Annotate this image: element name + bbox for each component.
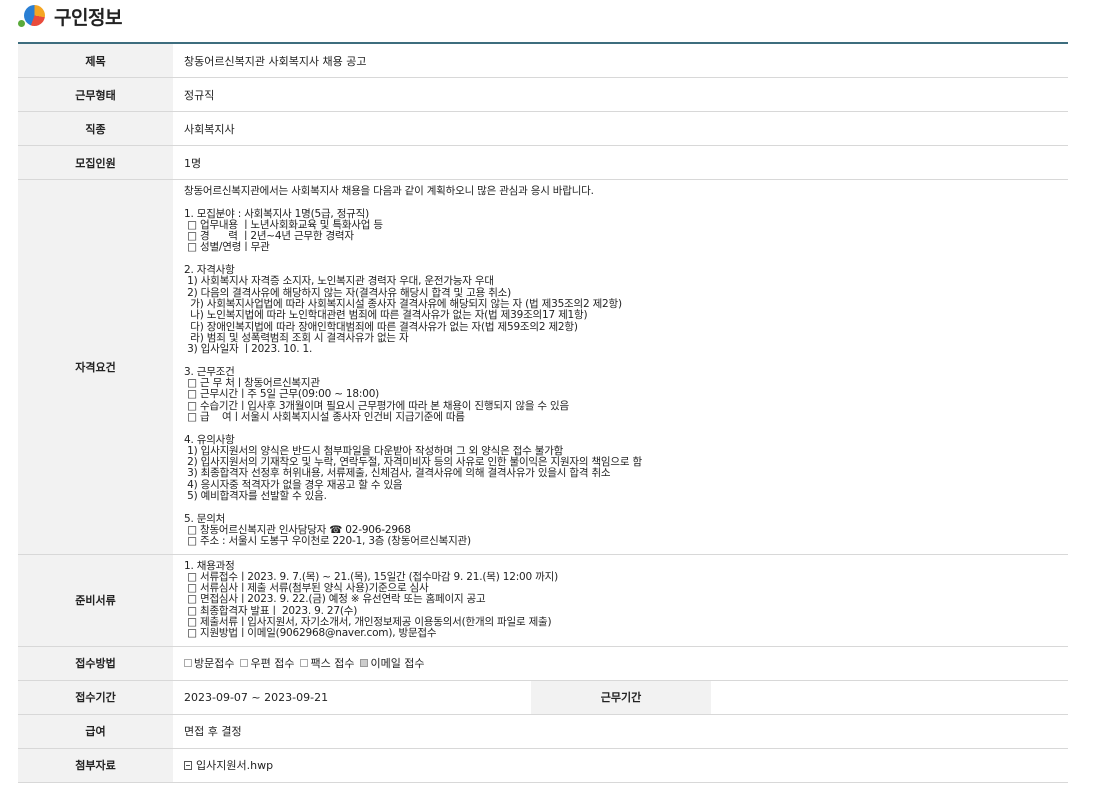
row-apply-method: 접수방법 방문접수 우편 접수 팩스 접수 이메일 접수 (18, 646, 1069, 681)
method-email-label: 이메일 접수 (370, 657, 425, 671)
checkbox-email (360, 659, 369, 668)
job-info-table: 제목 창동어르신복지관 사회복지사 채용 공고 근무형태 정규직 직종 사회복지… (18, 42, 1069, 783)
method-visit: 방문접수 (184, 655, 234, 671)
apply-method-options: 방문접수 우편 접수 팩스 접수 이메일 접수 (184, 655, 1057, 671)
row-attachment: 첨부자료 입사지원서.hwp (18, 748, 1069, 783)
job-value: 사회복지사 (173, 111, 1069, 146)
work-type-value: 정규직 (173, 77, 1069, 112)
salary-label: 급여 (18, 714, 173, 749)
job-label: 직종 (18, 111, 173, 146)
title-label: 제목 (18, 43, 173, 78)
row-apply-period: 접수기간 2023-09-07 ~ 2023-09-21 근무기간 (18, 680, 1069, 715)
work-period-label: 근무기간 (531, 680, 711, 715)
work-period-value (711, 680, 1069, 715)
row-salary: 급여 면접 후 결정 (18, 714, 1069, 749)
row-documents: 준비서류 1. 채용과정 □ 서류접수ㅣ2023. 9. 7.(목) ~ 21.… (18, 554, 1069, 647)
title-value: 창동어르신복지관 사회복지사 채용 공고 (173, 43, 1069, 78)
row-job: 직종 사회복지사 (18, 111, 1069, 146)
checkbox-visit (184, 659, 192, 668)
checkbox-mail (240, 659, 249, 668)
headcount-label: 모집인원 (18, 145, 173, 180)
method-email: 이메일 접수 (360, 655, 425, 671)
logo-icon (18, 3, 48, 29)
attachment-link[interactable]: 입사지원서.hwp (184, 757, 273, 773)
checkbox-fax (300, 659, 309, 668)
apply-method-label: 접수방법 (18, 646, 173, 681)
method-fax-label: 팩스 접수 (310, 657, 355, 671)
requirements-label: 자격요건 (18, 179, 173, 555)
documents-text: 1. 채용과정 □ 서류접수ㅣ2023. 9. 7.(목) ~ 21.(목), … (184, 559, 558, 640)
salary-value: 면접 후 결정 (173, 714, 1069, 749)
attachment-filename[interactable]: 입사지원서.hwp (196, 757, 273, 773)
row-headcount: 모집인원 1명 (18, 145, 1069, 180)
documents-label: 준비서류 (18, 554, 173, 647)
attachment-label: 첨부자료 (18, 748, 173, 783)
requirements-text: 창동어르신복지관에서는 사회복지사 채용을 다음과 같이 계획하오니 많은 관심… (184, 185, 642, 548)
row-requirements: 자격요건 창동어르신복지관에서는 사회복지사 채용을 다음과 같이 계획하오니 … (18, 179, 1069, 555)
page-header: 구인정보 (18, 2, 122, 30)
file-icon (184, 760, 192, 770)
row-title: 제목 창동어르신복지관 사회복지사 채용 공고 (18, 43, 1069, 78)
method-mail: 우편 접수 (240, 655, 294, 671)
apply-period-label: 접수기간 (18, 680, 173, 715)
page-title: 구인정보 (54, 6, 122, 29)
method-fax: 팩스 접수 (300, 655, 354, 671)
work-type-label: 근무형태 (18, 77, 173, 112)
row-work-type: 근무형태 정규직 (18, 77, 1069, 112)
apply-period-value: 2023-09-07 ~ 2023-09-21 (173, 680, 531, 715)
method-visit-label: 방문접수 (194, 657, 235, 671)
method-mail-label: 우편 접수 (250, 657, 295, 671)
headcount-value: 1명 (173, 145, 1069, 180)
